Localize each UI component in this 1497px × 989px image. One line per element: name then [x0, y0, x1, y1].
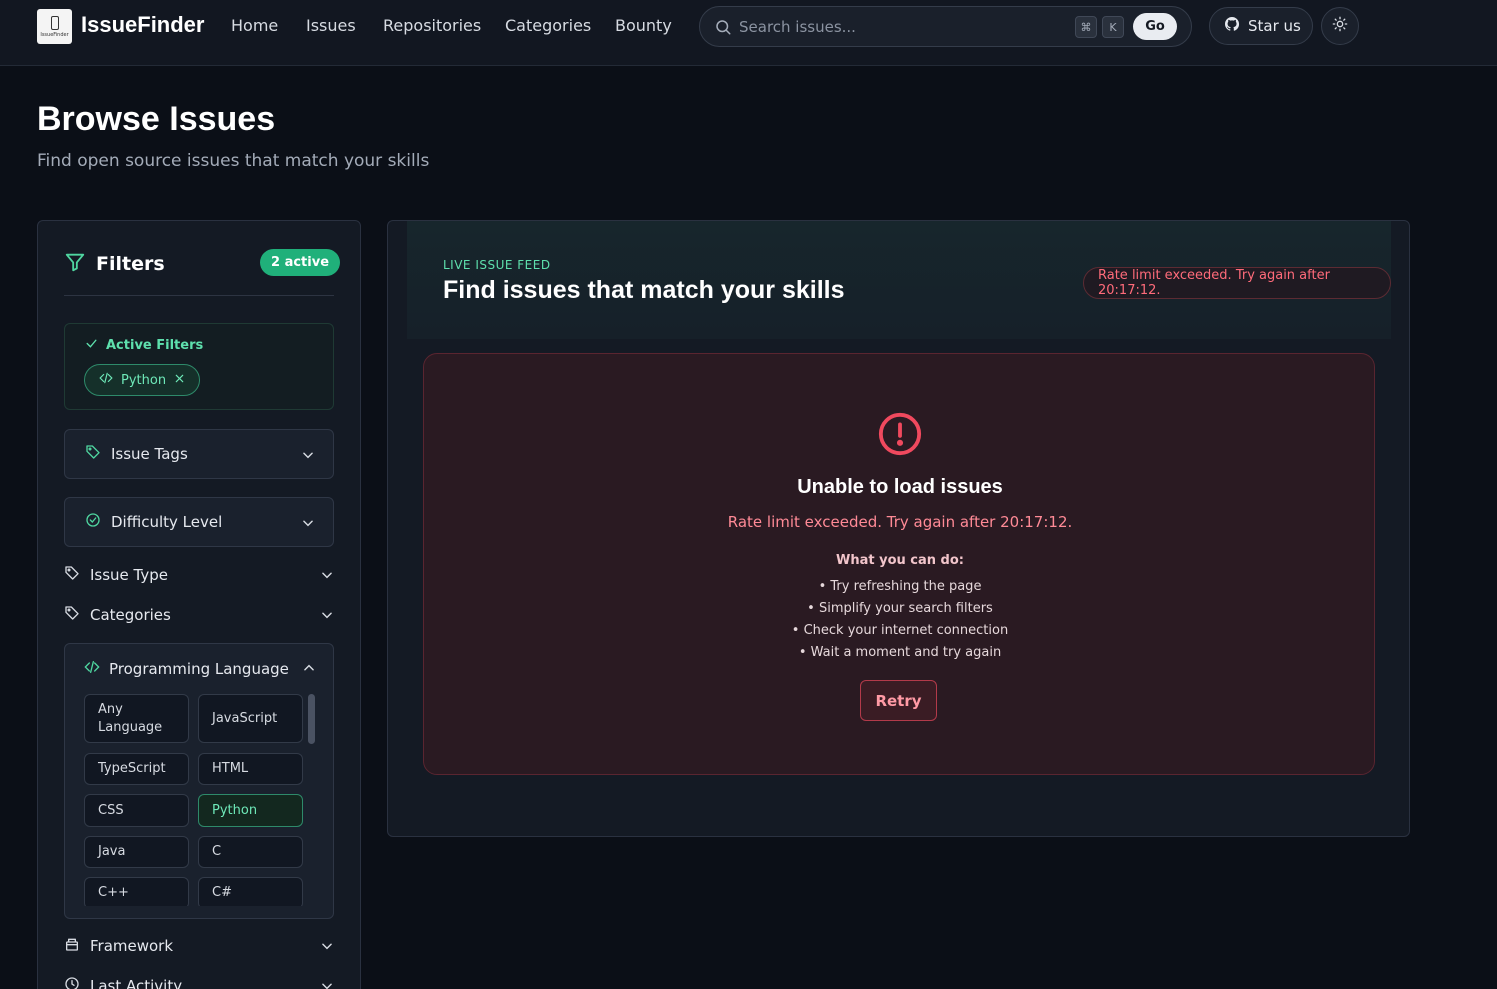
section-issue-type-label: Issue Type [90, 566, 169, 584]
logo-image[interactable]: IssueFinder [37, 9, 72, 44]
language-option[interactable]: C++ [84, 877, 189, 906]
nav-link-home[interactable]: Home [231, 16, 278, 35]
chevron-down-icon [320, 607, 334, 626]
page-subtitle: Find open source issues that match your … [37, 151, 430, 171]
chevron-down-icon [320, 567, 334, 586]
language-option[interactable]: JavaScript [198, 694, 303, 743]
search-input[interactable] [739, 15, 1039, 39]
kbd-k-key: K [1102, 16, 1124, 38]
tag-icon [64, 565, 80, 585]
section-issue-tags-label: Issue Tags [111, 445, 188, 463]
section-difficulty-level[interactable]: Difficulty Level [64, 497, 334, 547]
error-title: Unable to load issues [797, 476, 1003, 498]
error-tip: • Try refreshing the page [818, 579, 982, 594]
section-framework[interactable]: Framework [64, 931, 334, 961]
top-navbar: IssueFinder IssueFinder Home Issues Repo… [0, 0, 1497, 66]
language-list-scrollbar[interactable] [308, 694, 315, 744]
active-filters-label: Active Filters [106, 338, 204, 353]
section-last-activity[interactable]: Last Activity [64, 971, 334, 989]
alert-circle-icon [877, 411, 923, 461]
logo-text: IssueFinder [40, 31, 69, 38]
chevron-down-icon [320, 978, 334, 989]
star-us-label: Star us [1248, 17, 1301, 35]
theme-toggle-button[interactable] [1321, 7, 1359, 45]
kbd-cmd-key: ⌘ [1075, 16, 1097, 38]
language-option[interactable]: TypeScript [84, 753, 189, 785]
section-categories[interactable]: Categories [64, 600, 334, 630]
search-go-button[interactable]: Go [1133, 13, 1177, 40]
active-count-badge: 2 active [260, 249, 341, 276]
package-icon [64, 936, 80, 956]
search-bar: ⌘ K Go [699, 6, 1192, 47]
active-filters-header: Active Filters [85, 337, 203, 354]
brand-name[interactable]: IssueFinder [81, 12, 204, 38]
language-option[interactable]: CSS [84, 794, 189, 827]
error-tip: • Wait a moment and try again [798, 645, 1002, 660]
active-filter-chip-label: Python [121, 372, 167, 388]
feed-title: Find issues that match your skills [443, 276, 845, 304]
search-icon [714, 18, 732, 40]
filters-header: Filters [64, 251, 165, 277]
section-issue-type[interactable]: Issue Type [64, 560, 334, 590]
feed-kicker: LIVE ISSUE FEED [443, 258, 551, 272]
github-icon [1224, 16, 1240, 36]
check-circle-icon [85, 512, 101, 532]
nav-link-categories[interactable]: Categories [505, 16, 591, 35]
error-message: Rate limit exceeded. Try again after 20:… [727, 513, 1073, 531]
error-tip: • Simplify your search filters [807, 601, 993, 616]
section-difficulty-label: Difficulty Level [111, 513, 223, 531]
filters-sidebar: Filters 2 active Active Filters Python I… [37, 220, 361, 989]
sun-icon [1332, 16, 1348, 36]
filters-divider [64, 295, 334, 296]
section-categories-label: Categories [90, 606, 171, 624]
chevron-down-icon [301, 447, 315, 466]
language-option-selected[interactable]: Python [198, 794, 303, 827]
nav-link-issues[interactable]: Issues [306, 16, 356, 35]
rate-limit-badge: Rate limit exceeded. Try again after 20:… [1083, 267, 1391, 299]
nav-link-bounty[interactable]: Bounty [615, 16, 672, 35]
remove-filter-icon[interactable] [174, 373, 185, 388]
section-programming-language: Programming Language Any Language JavaSc… [64, 643, 334, 919]
code-icon [99, 371, 113, 389]
tag-icon [64, 605, 80, 625]
tag-icon [85, 444, 101, 464]
section-issue-tags[interactable]: Issue Tags [64, 429, 334, 479]
active-filters-box: Active Filters Python [64, 323, 334, 410]
language-option[interactable]: Java [84, 836, 189, 868]
filters-title: Filters [96, 253, 165, 275]
error-card: Unable to load issues Rate limit exceede… [423, 353, 1375, 775]
language-option[interactable]: HTML [198, 753, 303, 785]
section-last-activity-label: Last Activity [90, 977, 183, 989]
chevron-down-icon [301, 515, 315, 534]
language-grid: Any Language JavaScript TypeScript HTML … [65, 644, 333, 906]
check-icon [85, 337, 98, 354]
logo-bottle-icon [50, 15, 59, 30]
language-option[interactable]: C [198, 836, 303, 868]
chevron-down-icon [320, 938, 334, 957]
star-us-button[interactable]: Star us [1209, 7, 1313, 45]
issue-feed-panel: LIVE ISSUE FEED Find issues that match y… [387, 220, 1410, 837]
nav-link-repositories[interactable]: Repositories [383, 16, 481, 35]
active-filter-chip-python[interactable]: Python [84, 364, 201, 396]
error-tip: • Check your internet connection [791, 623, 1009, 638]
retry-button[interactable]: Retry [860, 680, 937, 721]
feed-header: LIVE ISSUE FEED Find issues that match y… [407, 221, 1391, 339]
page-title: Browse Issues [37, 100, 276, 138]
filter-icon [64, 251, 86, 277]
language-option[interactable]: C# [198, 877, 303, 906]
clock-icon [64, 976, 80, 989]
language-option[interactable]: Any Language [84, 694, 189, 743]
section-framework-label: Framework [90, 937, 174, 955]
error-help-title: What you can do: [836, 553, 964, 568]
